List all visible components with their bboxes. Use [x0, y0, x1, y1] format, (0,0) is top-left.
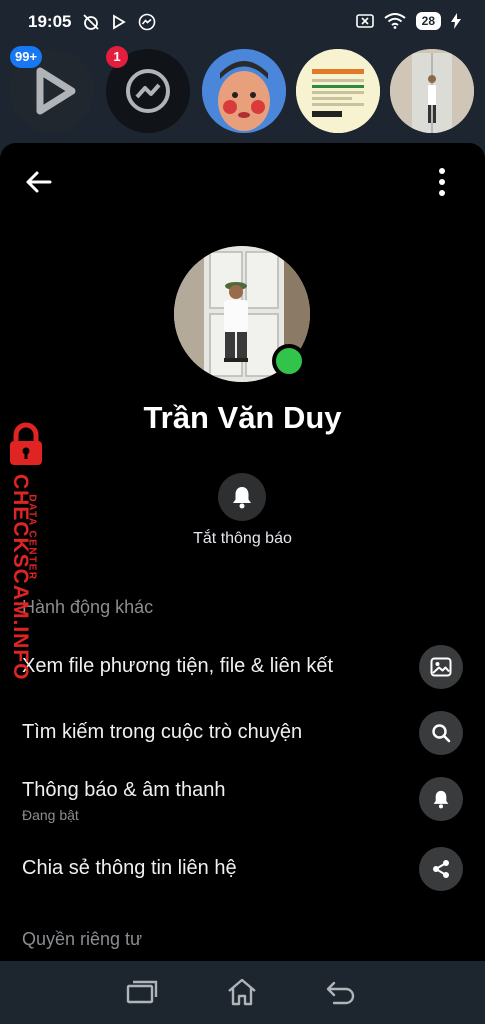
profile-name: Trần Văn Duy: [143, 400, 342, 435]
lock-icon: [10, 422, 42, 465]
profile-avatar-container: [174, 246, 310, 382]
contact-head-1[interactable]: [202, 49, 286, 133]
wifi-icon: [384, 13, 406, 29]
recents-icon: [126, 980, 158, 1004]
more-vertical-icon: [439, 168, 445, 196]
unread-badge: 99+: [10, 46, 43, 68]
play-icon: [113, 14, 126, 30]
messenger-icon: [138, 13, 156, 31]
home-button[interactable]: [224, 977, 260, 1007]
back-button[interactable]: [22, 165, 56, 199]
alarm-off-icon: [83, 14, 99, 30]
online-status-indicator: [272, 344, 306, 378]
avatar-photo: [390, 49, 474, 133]
image-icon: [419, 645, 463, 689]
back-nav-button[interactable]: [322, 977, 358, 1007]
status-bar: 19:05 28: [0, 0, 485, 44]
action-view-media[interactable]: Xem file phương tiện, file & liên kết: [0, 637, 485, 697]
section-privacy: Quyền riêng tư: [22, 929, 143, 949]
avatar-photo: [296, 49, 380, 133]
watermark: CHECKSCAM.INFO DATA CENTER: [4, 422, 52, 681]
action-sublabel: Đang bật: [22, 807, 79, 823]
action-label: Chia sẻ thông tin liên hệ: [22, 857, 237, 879]
action-notifications-sounds[interactable]: Thông báo & âm thanh Đang bật: [0, 769, 485, 829]
action-label: Tìm kiếm trong cuộc trò chuyện: [22, 721, 303, 743]
battery-icon: 28: [415, 12, 441, 30]
chat-heads-row: 99+ 1: [0, 44, 485, 144]
action-label: Xem file phương tiện, file & liên kết: [22, 655, 334, 677]
mute-notifications-label: Tắt thông báo: [193, 530, 292, 547]
mute-notifications-button[interactable]: [218, 473, 266, 521]
watermark-sub-text: DATA CENTER: [26, 494, 38, 581]
home-icon: [228, 978, 256, 1006]
contact-head-3[interactable]: [390, 49, 474, 133]
conversation-info-sheet: Trần Văn Duy Tắt thông báo Hành động khá…: [0, 143, 485, 961]
action-label: Thông báo & âm thanh: [22, 779, 226, 801]
unread-badge: 1: [106, 46, 128, 68]
contact-head-2[interactable]: [296, 49, 380, 133]
avatar-photo: [202, 49, 286, 133]
share-icon: [419, 847, 463, 891]
bell-icon: [233, 487, 251, 509]
status-time: 19:05: [28, 12, 72, 31]
search-icon: [419, 711, 463, 755]
bell-icon: [419, 777, 463, 821]
system-nav-bar: [0, 961, 485, 1024]
action-share-contact[interactable]: Chia sẻ thông tin liên hệ: [0, 839, 485, 899]
charging-icon: [451, 13, 461, 29]
back-nav-icon: [326, 981, 355, 1005]
screen-cast-icon: [355, 14, 374, 28]
back-arrow-icon: [26, 171, 52, 193]
recents-button[interactable]: [124, 977, 160, 1007]
action-search-conversation[interactable]: Tìm kiếm trong cuộc trò chuyện: [0, 703, 485, 763]
more-options-button[interactable]: [435, 167, 449, 197]
